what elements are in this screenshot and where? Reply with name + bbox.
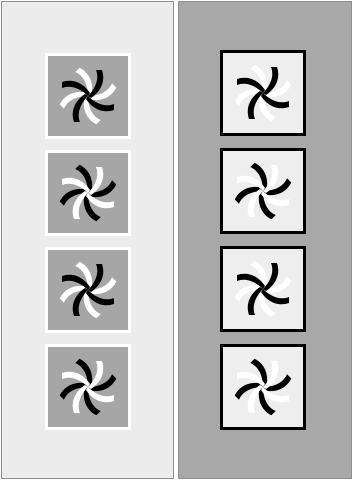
right-panel	[178, 1, 352, 479]
pinwheel-icon	[234, 162, 292, 220]
right-tile-4	[220, 344, 306, 430]
pinwheel-icon	[234, 260, 292, 318]
right-tile-3	[220, 246, 306, 332]
pinwheel-icon	[234, 358, 292, 416]
left-tile-3	[45, 247, 131, 333]
right-tile-1	[220, 50, 306, 136]
right-tile-2	[220, 148, 306, 234]
pinwheel-icon	[59, 261, 117, 319]
pinwheel-icon	[234, 64, 292, 122]
pinwheel-icon	[59, 358, 117, 416]
left-tile-1	[45, 53, 131, 139]
left-tile-2	[45, 150, 131, 236]
pinwheel-icon	[59, 67, 117, 125]
left-tile-4	[45, 344, 131, 430]
stimulus-frame	[0, 0, 353, 480]
pinwheel-icon	[59, 164, 117, 222]
left-panel	[1, 1, 174, 479]
